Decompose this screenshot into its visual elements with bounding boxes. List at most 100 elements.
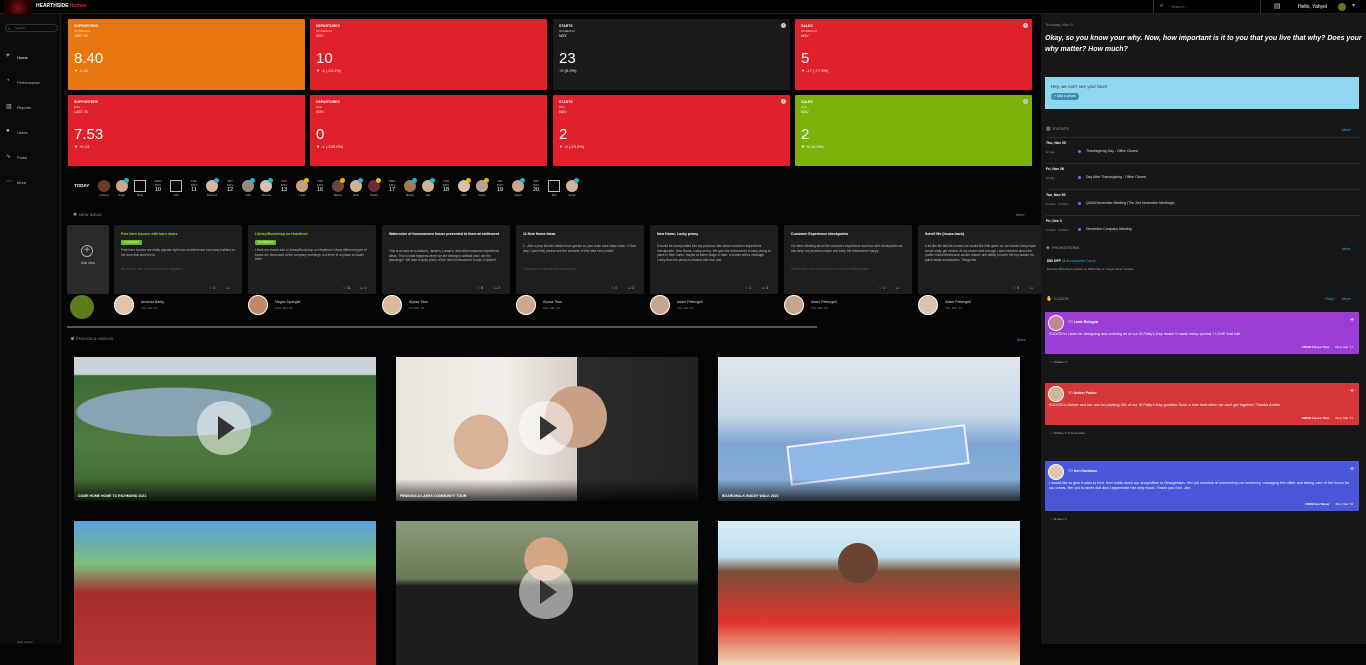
event-row[interactable]: Fri, Dec 3 9:00am - 9:00am December Compan… bbox=[1046, 215, 1361, 239]
sidebar-item-performance[interactable]: ◔ Performance bbox=[0, 73, 61, 91]
idea-card[interactable]: 11 New Home Ideas 1 - Add a prop kitchen … bbox=[516, 225, 644, 294]
idea-likes[interactable]: ♡ 2 bbox=[209, 286, 215, 290]
today-person[interactable]: Shelby bbox=[367, 178, 381, 200]
idea-comments[interactable]: ▭ bbox=[226, 286, 229, 290]
photo-tile[interactable]: PENINSULA LAKES COMMUNITY TOUR bbox=[396, 357, 698, 501]
idea-author[interactable]: Alyssa Titus Sun, Mar '21 bbox=[516, 295, 644, 317]
play-icon[interactable] bbox=[519, 401, 573, 455]
idea-card[interactable]: Pete barn houses with barn doors Complete… bbox=[114, 225, 242, 294]
photos-more-link[interactable]: More bbox=[1017, 338, 1026, 342]
idea-likes[interactable]: ♡ 1 bbox=[745, 286, 751, 290]
summary-card[interactable]: SALES ON REACH NOV 5 ▼ -17 (-77.3%) i bbox=[795, 19, 1032, 90]
company-logo[interactable] bbox=[4, 0, 32, 14]
info-icon[interactable]: i bbox=[1023, 23, 1028, 28]
summary-card[interactable]: SUPPORTERS RVA LAST 76 7.53 ▼ +0.13 bbox=[68, 95, 305, 166]
idea-comments[interactable]: ▭ 3 bbox=[762, 286, 768, 290]
info-icon[interactable]: i bbox=[1023, 99, 1028, 104]
idea-likes[interactable]: ♡ 0 bbox=[611, 286, 617, 290]
today-person[interactable]: Derek bbox=[565, 178, 579, 200]
info-icon[interactable]: i bbox=[781, 99, 786, 104]
summary-card[interactable]: DEPARTURES RVA NOV 0 ▼ -1 (-100.0%) bbox=[310, 95, 547, 166]
today-person[interactable]: Doug bbox=[133, 180, 147, 200]
summary-card[interactable]: DEPARTURES ON REACH NOV 10 ▼ -3 (-23.1%) bbox=[310, 19, 547, 90]
kudos-likes[interactable]: 11 likes bbox=[1054, 517, 1064, 521]
info-icon[interactable]: i bbox=[781, 23, 786, 28]
idea-comments[interactable]: ▭ bbox=[896, 286, 899, 290]
sidebar-item-more[interactable]: ⋯ More bbox=[0, 173, 61, 191]
top-search-input[interactable]: Search... bbox=[1171, 4, 1187, 9]
idea-comments[interactable]: ▭ bbox=[1030, 286, 1033, 290]
today-person[interactable]: Thomas bbox=[259, 178, 273, 200]
play-icon[interactable] bbox=[197, 401, 251, 455]
summary-card[interactable]: STARTS RVA NOV 2 ▼ -3 (-23.3%) i bbox=[553, 95, 790, 166]
event-row[interactable]: Thu, Nov 25 all day Thanksgiving Day - Off… bbox=[1046, 137, 1361, 161]
idea-likes[interactable]: ♡ 5 bbox=[1013, 286, 1019, 290]
today-person[interactable]: James bbox=[511, 178, 525, 200]
idea-card[interactable]: Watercolor of homeowners house presented… bbox=[382, 225, 510, 294]
photo-tile[interactable]: COME HOME HOME TO RICHMOND 2021 bbox=[74, 357, 376, 501]
today-person[interactable]: Lucas bbox=[295, 178, 309, 200]
idea-author[interactable]: Adam Pettengell Thu, Mar '21 bbox=[784, 295, 912, 317]
idea-card[interactable]: Library/Bookshop on Hearthnet Completed I … bbox=[248, 225, 376, 294]
play-icon[interactable] bbox=[519, 565, 573, 619]
summary-card[interactable]: STARTS ON REACH NOV 23 +0 (0.0%) i bbox=[553, 19, 790, 90]
idea-card[interactable]: New Home, Lucky penny It would be incorpo… bbox=[650, 225, 778, 294]
idea-likes[interactable]: ♡ 11 bbox=[343, 286, 351, 290]
kudos-comments[interactable]: 2 comments bbox=[1068, 431, 1084, 435]
user-avatar[interactable] bbox=[1338, 3, 1346, 11]
today-person[interactable]: Mark bbox=[349, 178, 363, 200]
photo-tile[interactable] bbox=[74, 521, 376, 665]
today-person[interactable]: Josh bbox=[169, 180, 183, 200]
help-center-link[interactable]: Help Center bbox=[17, 640, 33, 644]
sidebar-item-reports[interactable]: ▥ Reports bbox=[0, 98, 61, 116]
today-person[interactable]: Zach bbox=[457, 178, 471, 200]
idea-likes[interactable]: ♡ 8 bbox=[477, 286, 483, 290]
idea-comments[interactable]: ▭ 1 bbox=[360, 286, 366, 290]
add-idea-button[interactable]: + Add Idea bbox=[67, 225, 109, 294]
idea-card[interactable]: Customer Experience checkpoints I've been… bbox=[784, 225, 912, 294]
photo-tile[interactable]: BOARDWALK BUDDY WALK 2021 bbox=[718, 357, 1020, 501]
sidebar-item-home[interactable]: ♥ Home bbox=[0, 48, 61, 66]
promotions-more-link[interactable]: More bbox=[1342, 247, 1351, 251]
events-more-link[interactable]: More bbox=[1342, 128, 1351, 132]
ideas-scrollbar[interactable] bbox=[67, 326, 817, 328]
today-person[interactable]: Bob bbox=[547, 180, 561, 200]
sidebar-item-pulse[interactable]: ∿ Pulse bbox=[0, 148, 61, 166]
kudos-card[interactable]: TO Keri Davidson ✦ I would like to give Ku… bbox=[1045, 461, 1359, 511]
kudos-card[interactable]: TO Amber Parker ✦ KUDOS to Amber and her s… bbox=[1045, 383, 1359, 425]
photo-tile[interactable] bbox=[718, 521, 1020, 665]
comment-icon[interactable]: ▭ bbox=[1063, 517, 1067, 521]
top-search[interactable]: ⌕ Search... bbox=[1153, 0, 1261, 14]
today-person[interactable]: Tyler bbox=[241, 178, 255, 200]
summary-card[interactable]: SALES RVA NOV 2 ▼ +0 (0.0%) i bbox=[795, 95, 1032, 166]
summary-card[interactable]: SUPPORTERS ON REACH LAST 30 8.40 ▼ -0.20 bbox=[68, 19, 305, 90]
idea-card[interactable]: Schell file (house-hack) A lot like file … bbox=[918, 225, 1046, 294]
idea-author[interactable]: Amanda Bartly Thu, Mar '21 bbox=[114, 295, 242, 317]
notifications-icon[interactable]: ▤ bbox=[1274, 2, 1281, 10]
today-person[interactable]: Anthony bbox=[97, 180, 111, 200]
kudos-card[interactable]: TO Lanie Bologna ✦ KUDOS to Lanie for desi… bbox=[1045, 312, 1359, 354]
current-user-avatar[interactable] bbox=[70, 295, 94, 319]
ideas-more-link[interactable]: More bbox=[1016, 213, 1025, 217]
chevron-down-icon[interactable]: ▾ bbox=[1352, 2, 1355, 9]
today-person[interactable]: Dan bbox=[421, 178, 435, 200]
today-person[interactable]: Shannon bbox=[205, 178, 219, 200]
today-person[interactable]: Roger bbox=[115, 178, 129, 200]
kudos-more-link[interactable]: More bbox=[1342, 297, 1351, 301]
idea-likes[interactable]: ♡ 1 bbox=[879, 286, 885, 290]
event-row[interactable]: Fri, Nov 26 all day Day After Thanksgiving… bbox=[1046, 163, 1361, 187]
event-row[interactable]: Tue, Nov 30 9:00am - 9:00am Q4/All Novembe… bbox=[1046, 189, 1361, 213]
kudos-help-link[interactable]: Help? bbox=[1325, 297, 1335, 301]
today-person[interactable]: Warren bbox=[331, 178, 345, 200]
idea-author[interactable]: Alyssa Titus Fri, Mar '21 bbox=[382, 295, 510, 317]
idea-comments[interactable]: ▭ 2 bbox=[628, 286, 634, 290]
kudos-likes[interactable]: 19 likes bbox=[1054, 360, 1064, 364]
idea-author[interactable]: Adam Pettengell Thu, Mar '21 bbox=[918, 295, 1046, 317]
sidebar-search-input[interactable]: ⌕ Search... bbox=[5, 24, 58, 32]
promo-link[interactable]: all Accessories Travel bbox=[1062, 259, 1096, 263]
kudos-likes[interactable]: 18 likes bbox=[1054, 431, 1064, 435]
idea-author[interactable]: Adam Pettengell Thu, Mar '21 bbox=[650, 295, 778, 317]
idea-author[interactable]: Megan Spangler Wed, Mar '21 bbox=[248, 295, 376, 317]
today-person[interactable]: Frank bbox=[475, 178, 489, 200]
comment-icon[interactable]: ▭ bbox=[1064, 360, 1068, 364]
